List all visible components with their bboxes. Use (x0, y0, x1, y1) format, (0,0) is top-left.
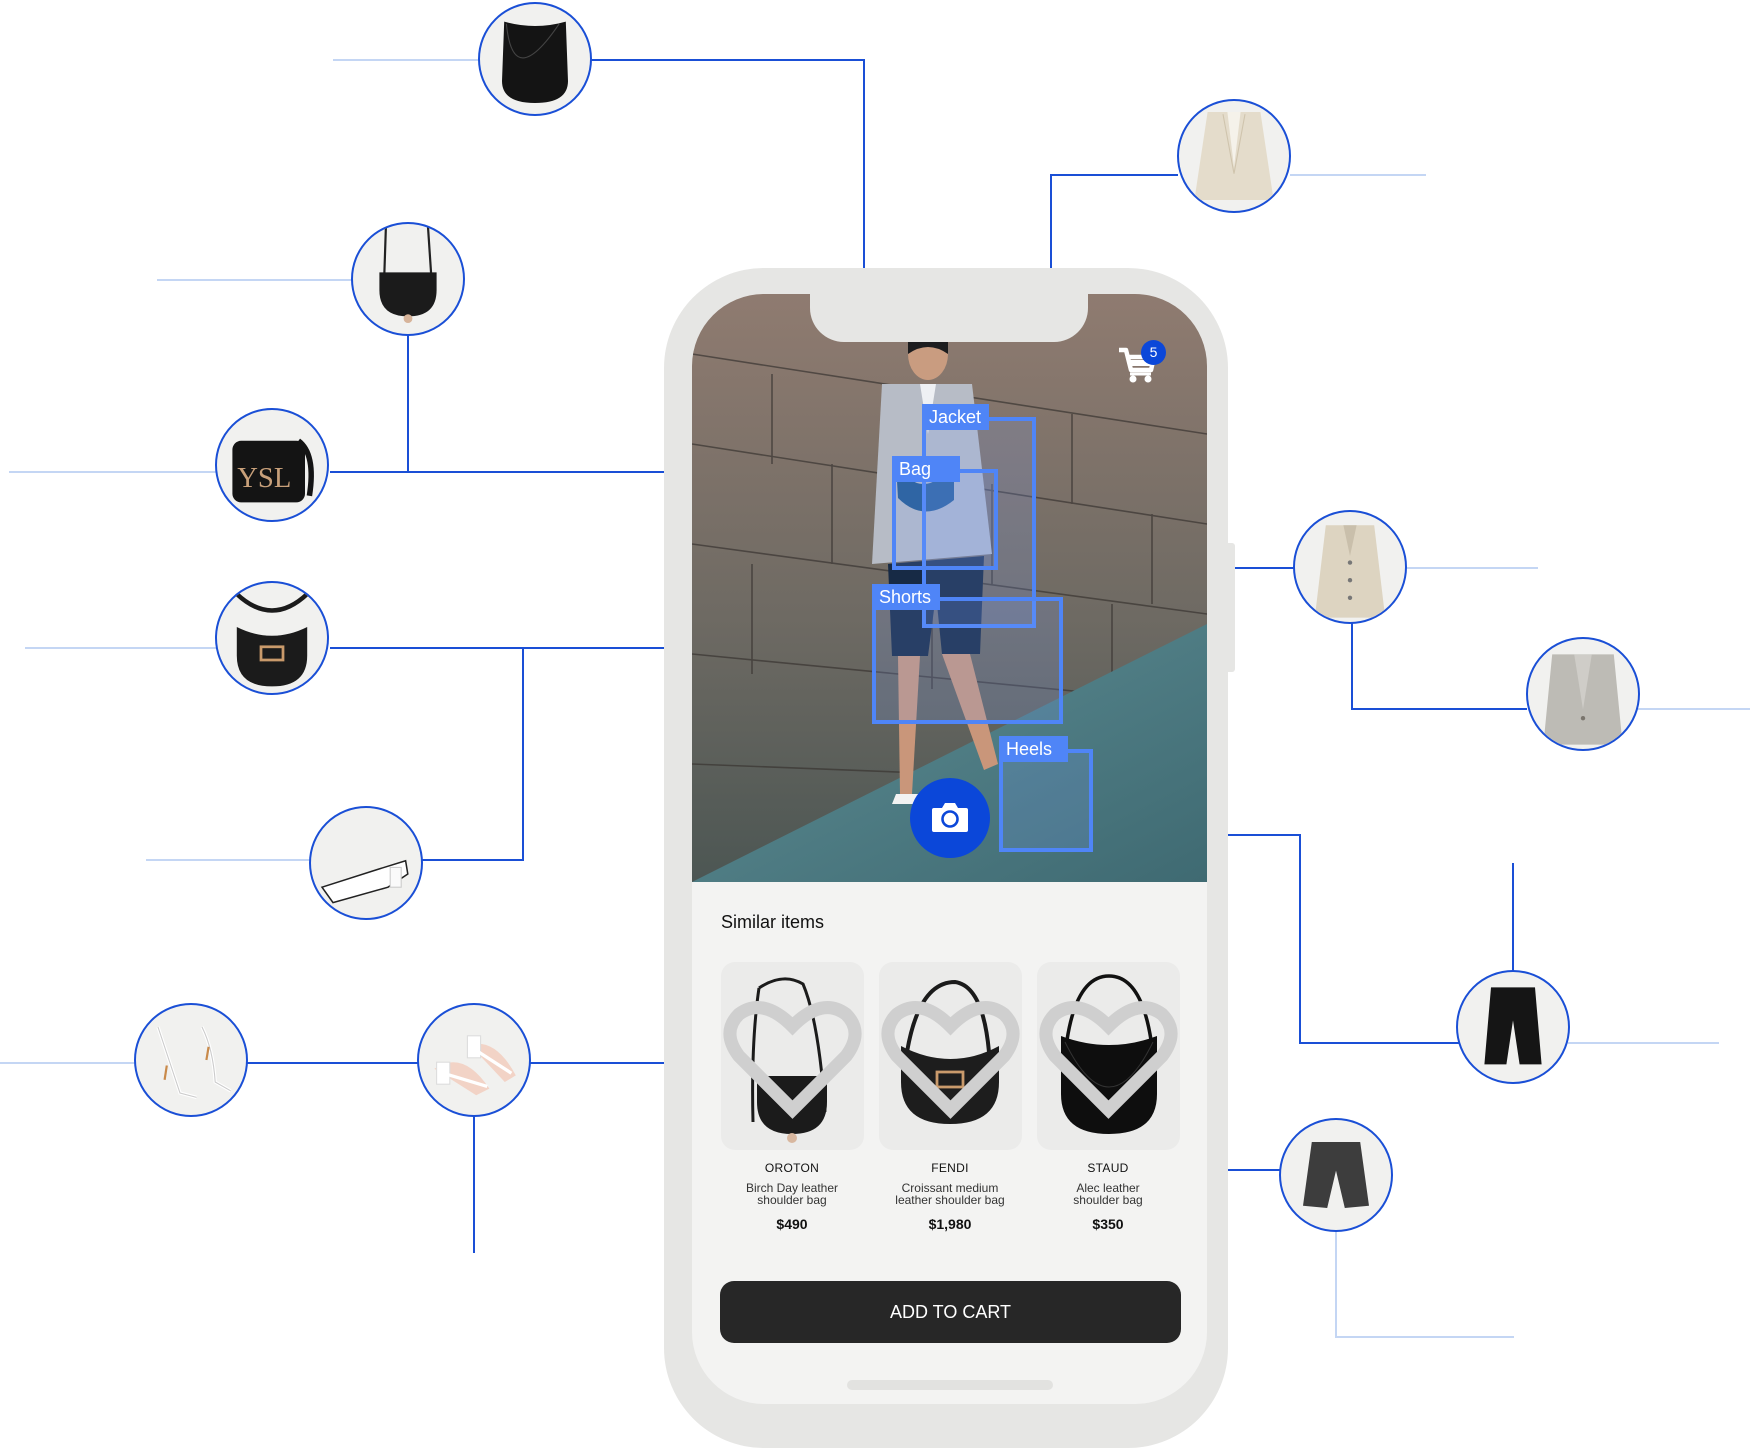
connector (1351, 622, 1353, 710)
product-info[interactable]: STAUD Alec leather shoulder bag $350 (1033, 1160, 1183, 1232)
connector (590, 59, 865, 61)
detection-label-bag[interactable]: Bag (892, 456, 960, 482)
connector (863, 59, 865, 269)
similar-items-title: Similar items (721, 912, 825, 932)
white-mule-icon (320, 859, 409, 904)
connector (530, 1062, 666, 1064)
grey-shorts-icon (1303, 1142, 1369, 1208)
connector-light (157, 279, 352, 281)
phone-side-button (1226, 543, 1235, 672)
connector-light (1290, 174, 1426, 176)
hobo-bag-icon (502, 21, 568, 104)
product-name: Croissant medium leather shoulder bag (875, 1182, 1025, 1208)
product-name-line: shoulder bag (757, 1193, 827, 1207)
product-brand: FENDI (931, 1161, 969, 1175)
product-name: Birch Day leather shoulder bag (717, 1182, 867, 1208)
connector (1050, 174, 1178, 176)
black-shorts-icon (1484, 987, 1542, 1065)
connector (1228, 1169, 1280, 1171)
product-brand: OROTON (764, 1161, 820, 1175)
related-product-block-heel[interactable] (417, 1003, 531, 1117)
product-price: $350 (1092, 1216, 1124, 1232)
product-name-line: leather shoulder bag (895, 1193, 1005, 1207)
related-product-ysl-bag[interactable]: YSL (215, 408, 329, 522)
connector (1235, 567, 1295, 569)
connector (407, 335, 409, 472)
saddle-bag-icon (379, 224, 437, 323)
cart-count-badge: 5 (1141, 340, 1166, 365)
connector-light (25, 647, 217, 649)
grey-blazer-icon (1543, 654, 1623, 745)
product-card-image[interactable] (879, 962, 1022, 1150)
phone-screen: Jacket Bag Shorts Heels 5 Similar items (692, 294, 1207, 1404)
related-product-cream-blazer[interactable] (1177, 99, 1291, 213)
home-indicator[interactable] (847, 1380, 1053, 1390)
detection-label-heels[interactable]: Heels (999, 736, 1068, 762)
related-product-white-mule[interactable] (309, 806, 423, 920)
connector (1512, 863, 1514, 971)
detection-label-jacket[interactable]: Jacket (922, 404, 989, 430)
related-product-grey-shorts[interactable] (1279, 1118, 1393, 1232)
connector-light (1335, 1230, 1337, 1338)
detection-box-shorts[interactable] (872, 597, 1063, 724)
camera-button[interactable] (910, 778, 990, 858)
ysl-bag-icon: YSL (232, 438, 314, 503)
related-product-strappy-heel[interactable] (134, 1003, 248, 1117)
cream-jacket-icon (1314, 525, 1386, 618)
connector-light (1335, 1336, 1514, 1338)
camera-viewfinder-photo: Jacket Bag Shorts Heels 5 (692, 294, 1207, 882)
connector (1228, 834, 1301, 836)
product-info[interactable]: OROTON Birch Day leather shoulder bag $49… (717, 1160, 867, 1232)
connector (1299, 834, 1301, 1044)
detection-box-heels[interactable] (999, 749, 1093, 852)
block-heel-icon (434, 1035, 516, 1096)
fendi-bag-icon (235, 592, 309, 687)
product-name-line: shoulder bag (1073, 1193, 1143, 1207)
connector (246, 1062, 418, 1064)
connector (1050, 174, 1052, 269)
connector (522, 647, 524, 861)
product-name: Alec leather shoulder bag (1033, 1182, 1183, 1208)
connector (1351, 708, 1527, 710)
related-product-saddle-bag[interactable] (351, 222, 465, 336)
add-to-cart-button[interactable]: ADD TO CART (720, 1281, 1181, 1343)
svg-text:YSL: YSL (237, 463, 291, 494)
connector (473, 1115, 475, 1253)
product-brand: STAUD (1087, 1161, 1129, 1175)
related-product-black-shorts[interactable] (1456, 970, 1570, 1084)
connector-light (1405, 567, 1538, 569)
connector-light (333, 59, 483, 61)
related-product-cream-jacket[interactable] (1293, 510, 1407, 624)
product-card-image[interactable] (1037, 962, 1180, 1150)
connector-light (1568, 1042, 1719, 1044)
connector-light (9, 471, 216, 473)
product-card-image[interactable] (721, 962, 864, 1150)
related-product-fendi-bag[interactable] (215, 581, 329, 695)
connector (1299, 1042, 1459, 1044)
heart-icon[interactable] (879, 962, 1022, 1150)
product-price: $1,980 (928, 1216, 972, 1232)
connector (330, 471, 666, 473)
related-product-hobo-bag[interactable] (478, 2, 592, 116)
camera-icon (932, 803, 968, 832)
cream-blazer-icon (1194, 112, 1274, 200)
heart-icon[interactable] (721, 962, 864, 1150)
connector (420, 859, 524, 861)
detection-box-bag[interactable] (892, 469, 998, 570)
connector-light (1638, 708, 1750, 710)
connector-light (146, 859, 311, 861)
phone-notch (810, 294, 1088, 342)
strappy-heel-icon (156, 1026, 232, 1099)
related-product-grey-blazer[interactable] (1526, 637, 1640, 751)
product-info[interactable]: FENDI Croissant medium leather shoulder b… (875, 1160, 1025, 1232)
product-price: $490 (776, 1216, 808, 1232)
detection-label-shorts[interactable]: Shorts (872, 584, 940, 610)
heart-icon[interactable] (1037, 962, 1180, 1150)
connector (330, 647, 666, 649)
connector-light (0, 1062, 135, 1064)
